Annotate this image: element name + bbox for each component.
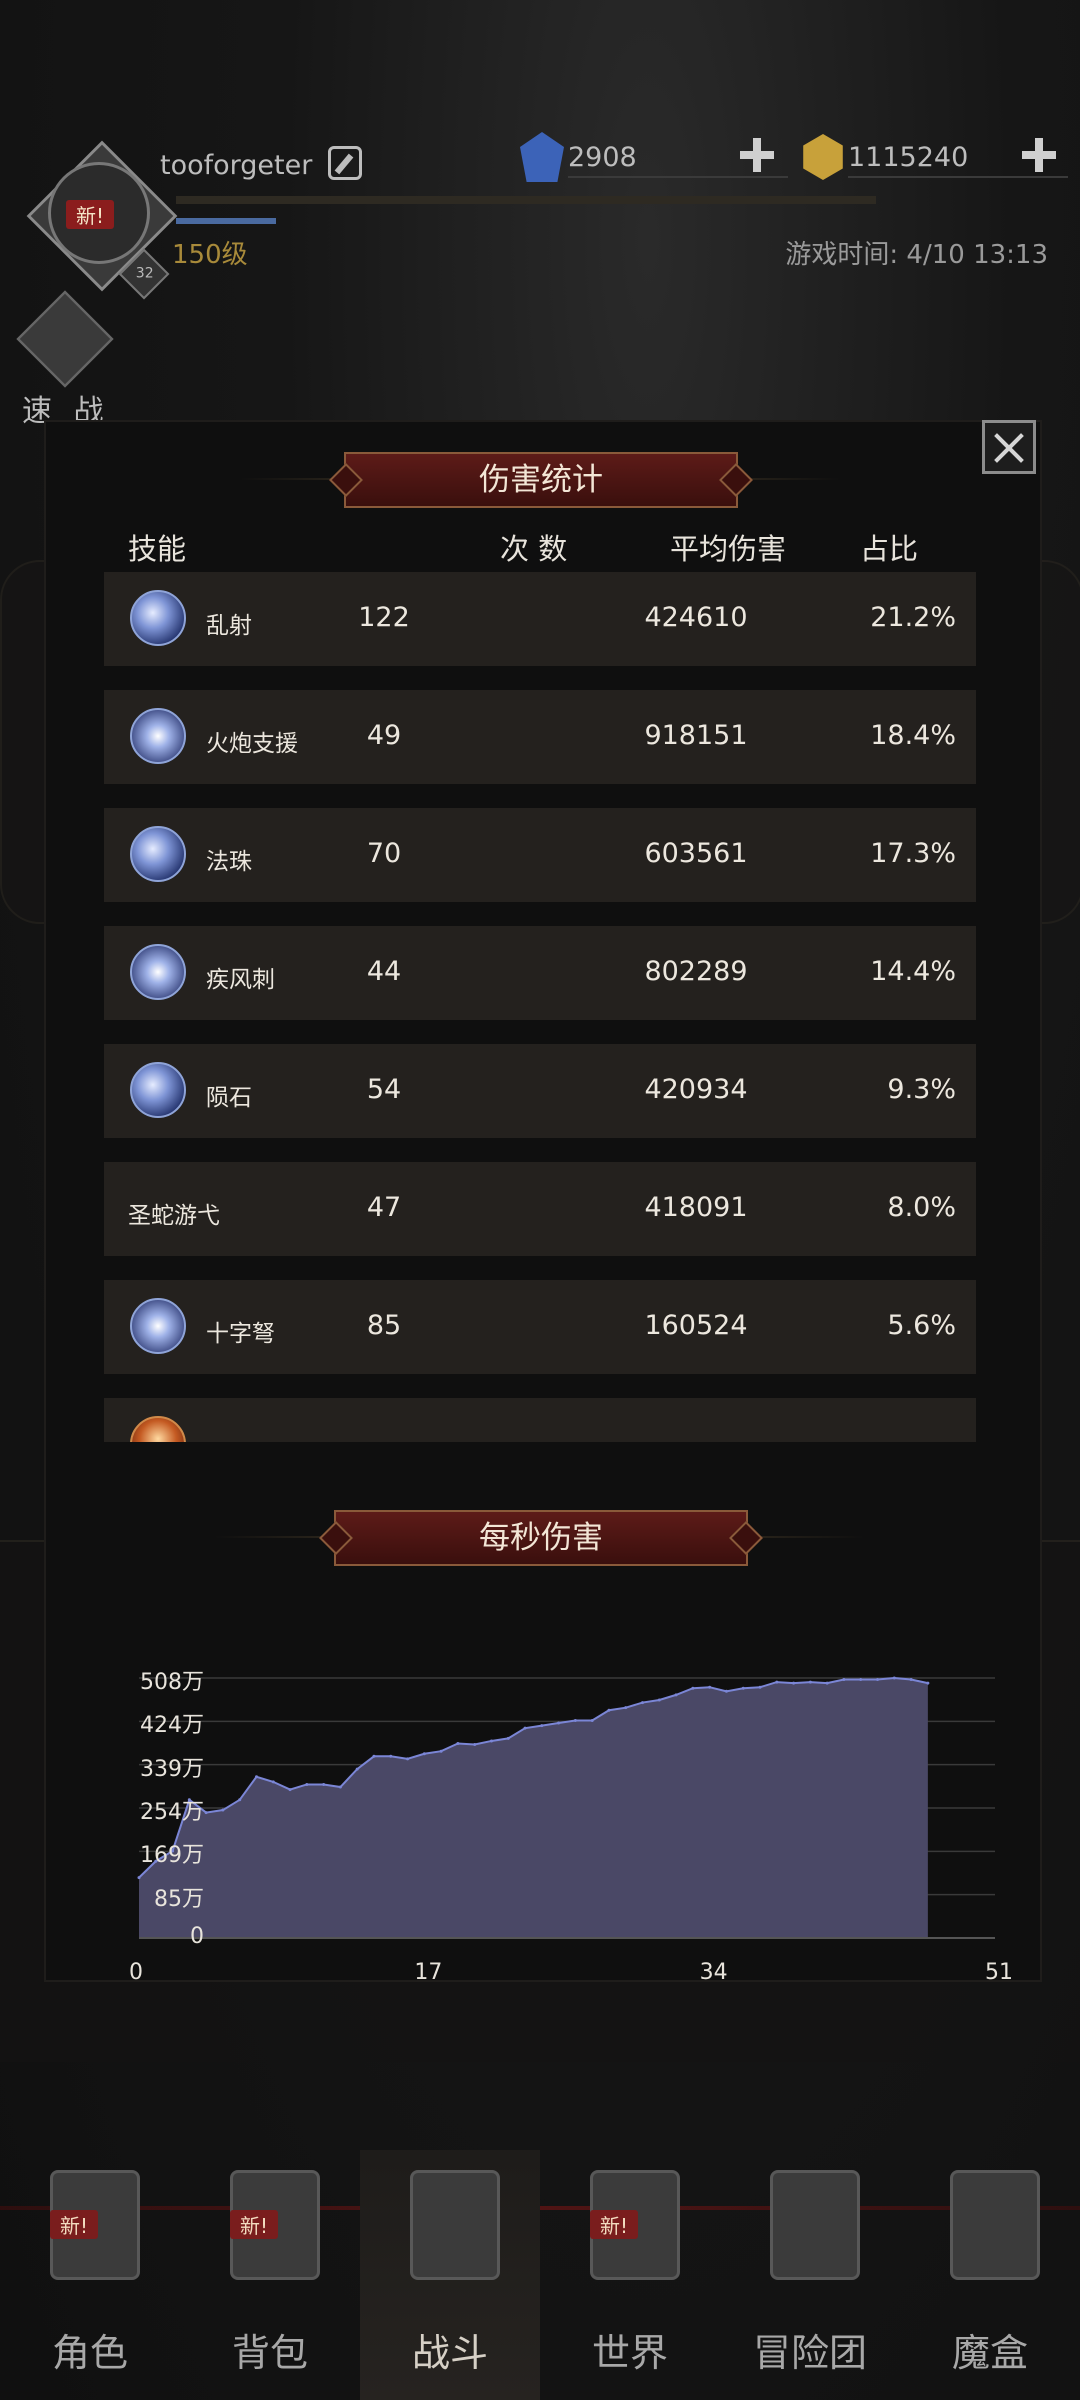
add-gem-plus-icon[interactable] (740, 138, 774, 172)
meteor-icon (130, 1062, 186, 1118)
fire-skill-icon (130, 1416, 186, 1442)
skill-share: 18.4% (870, 720, 956, 751)
nav-item-magic-box[interactable]: 魔盒 (900, 2150, 1080, 2400)
arrow-volley-icon (130, 590, 186, 646)
skill-avg-damage: 424610 (644, 602, 748, 633)
avatar-new-badge: 新! (66, 200, 115, 229)
skill-name: 十字弩 (206, 1321, 275, 1347)
skill-share: 8.0% (887, 1192, 956, 1223)
nav-new-badge: 新! (50, 2210, 99, 2239)
x-tick-label: 34 (699, 1960, 728, 1985)
skill-avg-damage: 603561 (644, 838, 748, 869)
skill-name: 圣蛇游弋 (128, 1203, 220, 1229)
magic-orb-icon (130, 826, 186, 882)
close-icon[interactable] (982, 420, 1036, 474)
rank-badge-label: 32 (135, 265, 154, 282)
nav-label: 战斗 (411, 2331, 488, 2375)
column-skill: 技能 (128, 532, 187, 566)
nav-label: 冒险团 (752, 2331, 867, 2375)
magic-box-icon (950, 2170, 1040, 2280)
game-time: 游戏时间: 4/10 13:13 (785, 240, 1048, 270)
table-row[interactable]: 十字弩 85 160524 5.6% (104, 1280, 976, 1374)
skill-count: 54 (366, 1074, 402, 1105)
skill-name: 法珠 (206, 849, 252, 875)
username: tooforgeter (160, 150, 313, 181)
y-tick-label: 254万 (140, 1800, 204, 1825)
edit-icon[interactable] (328, 146, 362, 180)
nav-item-world[interactable]: 新! 世界 (540, 2150, 720, 2400)
y-tick-label: 85万 (154, 1886, 204, 1912)
y-tick-label: 508万 (140, 1670, 204, 1695)
castle-icon (770, 2170, 860, 2280)
nav-item-battle[interactable]: 战斗 (360, 2150, 540, 2400)
gold-amount: 1115240 (848, 142, 969, 173)
table-row[interactable]: 火炮支援 49 918151 18.4% (104, 690, 976, 784)
damage-table[interactable]: 乱射 122 424610 21.2% 火炮支援 49 918151 18.4%… (104, 572, 976, 1442)
skill-share: 17.3% (870, 838, 956, 869)
skill-count: 49 (366, 720, 402, 751)
table-row[interactable]: 乱射 122 424610 21.2% (104, 572, 976, 666)
y-tick-label: 424万 (140, 1713, 204, 1739)
nav-item-adventure-team[interactable]: 冒险团 (720, 2150, 900, 2400)
stamina-bar (176, 218, 276, 224)
table-row[interactable]: 陨石 54 420934 9.3% (104, 1044, 976, 1138)
skill-share: 9.3% (887, 1074, 956, 1105)
nav-item-character[interactable]: 新! 角色 (0, 2150, 180, 2400)
skill-avg-damage: 420934 (644, 1074, 748, 1105)
skill-name: 疾风刺 (206, 967, 275, 993)
x-tick-label: 51 (985, 1960, 1013, 1985)
skill-count: 122 (358, 602, 410, 633)
quick-battle-button[interactable]: 速 战 (10, 290, 120, 429)
nav-label: 魔盒 (951, 2331, 1028, 2375)
gem-amount: 2908 (568, 142, 637, 173)
nav-label: 背包 (231, 2331, 308, 2375)
skill-count: 70 (366, 838, 402, 869)
bottom-nav: 新! 角色 新! 背包 战斗 新! 世界 冒险团 魔盒 (0, 2150, 1080, 2400)
nav-new-badge: 新! (230, 2210, 279, 2239)
x-tick-label: 17 (414, 1960, 443, 1985)
sword-shield-icon (410, 2170, 500, 2280)
quick-battle-icon (16, 290, 114, 388)
crossbow-icon (130, 1298, 186, 1354)
y-tick-label: 0 (190, 1924, 204, 1949)
skill-name: 陨石 (206, 1085, 252, 1111)
damage-stats-title: 伤害统计 (344, 452, 738, 508)
x-tick-label: 0 (129, 1960, 143, 1985)
column-avg-damage: 平均伤害 (670, 532, 787, 566)
table-row[interactable] (104, 1398, 976, 1442)
skill-avg-damage: 918151 (644, 720, 748, 751)
skill-count: 85 (366, 1310, 402, 1341)
skill-share: 14.4% (870, 956, 956, 987)
skill-avg-damage: 802289 (644, 956, 748, 987)
table-row[interactable]: 疾风刺 44 802289 14.4% (104, 926, 976, 1020)
y-tick-label: 169万 (140, 1843, 204, 1869)
gale-thrust-icon (130, 944, 186, 1000)
skill-name: 乱射 (206, 613, 252, 639)
y-tick-label: 339万 (140, 1756, 204, 1782)
dps-title: 每秒伤害 (334, 1510, 748, 1566)
column-share: 占比 (860, 532, 919, 566)
exp-bar (176, 196, 876, 204)
skill-avg-damage: 418091 (644, 1192, 748, 1223)
skill-count: 44 (366, 956, 402, 987)
column-count: 次 数 (500, 532, 568, 566)
nav-label: 角色 (51, 2331, 128, 2375)
skill-avg-damage: 160524 (644, 1310, 748, 1341)
table-row[interactable]: 圣蛇游弋 47 418091 8.0% (104, 1162, 976, 1256)
nav-label: 世界 (591, 2331, 668, 2375)
skill-count: 47 (366, 1192, 402, 1223)
table-row[interactable]: 法珠 70 603561 17.3% (104, 808, 976, 902)
nav-item-backpack[interactable]: 新! 背包 (180, 2150, 360, 2400)
player-level: 150级 (172, 240, 248, 270)
add-gold-plus-icon[interactable] (1022, 138, 1056, 172)
nav-new-badge: 新! (590, 2210, 639, 2239)
skill-share: 5.6% (887, 1310, 956, 1341)
skill-share: 21.2% (870, 602, 956, 633)
cannon-support-icon (130, 708, 186, 764)
